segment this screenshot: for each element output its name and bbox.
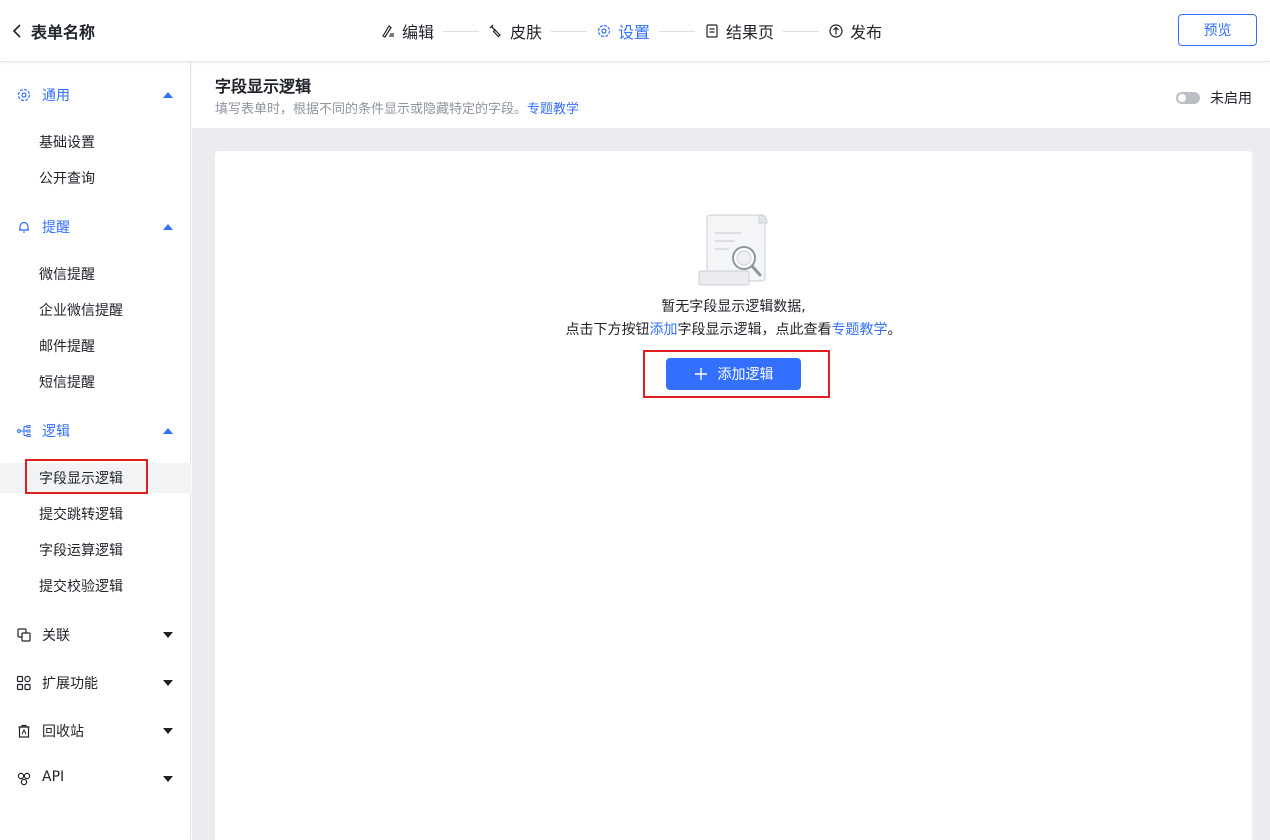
empty-hint-text: 字段显示逻辑，点此查看 bbox=[677, 322, 832, 338]
gear-icon bbox=[597, 24, 611, 38]
step-connector bbox=[659, 30, 696, 32]
back-button[interactable]: 表单名称 bbox=[10, 20, 120, 42]
edit-icon bbox=[382, 25, 394, 38]
sidebar-item-wechat-reminder[interactable]: 微信提醒 bbox=[0, 259, 191, 289]
step-publish[interactable]: 发布 bbox=[828, 19, 882, 43]
toggle-switch[interactable] bbox=[1176, 92, 1200, 104]
empty-hint-text: 。 bbox=[887, 322, 902, 338]
section-header: 字段显示逻辑 填写表单时，根据不同的条件显示或隐藏特定的字段。专题教学 未启用 bbox=[192, 62, 1270, 128]
step-nav: 编辑 皮肤 设置 结果页 发布 bbox=[380, 18, 882, 44]
caret-down-icon bbox=[163, 680, 173, 686]
sidebar-group-label: 通用 bbox=[42, 88, 70, 104]
caret-down-icon bbox=[163, 776, 173, 782]
sidebar-group-label: 提醒 bbox=[42, 220, 70, 236]
plus-icon bbox=[694, 368, 707, 380]
step-connector bbox=[551, 30, 588, 32]
page-description: 填写表单时，根据不同的条件显示或隐藏特定的字段。专题教学 bbox=[215, 98, 579, 117]
caret-up-icon bbox=[163, 92, 173, 98]
empty-hint-text: 点击下方按钮 bbox=[565, 322, 650, 338]
empty-hint: 点击下方按钮添加字段显示逻辑，点此查看专题教学。 bbox=[215, 319, 1252, 339]
step-skin[interactable]: 皮肤 bbox=[488, 19, 542, 43]
step-edit-label: 编辑 bbox=[402, 23, 435, 42]
sidebar-item-public-query[interactable]: 公开查询 bbox=[0, 163, 191, 193]
sidebar-item-wecom-reminder[interactable]: 企业微信提醒 bbox=[0, 295, 191, 325]
preview-button[interactable]: 预览 bbox=[1178, 14, 1257, 46]
top-bar: 表单名称 编辑 皮肤 设置 结果页 发布 预览 bbox=[0, 0, 1270, 62]
empty-document-search-icon bbox=[698, 214, 768, 286]
sidebar-item-sms-reminder[interactable]: 短信提醒 bbox=[0, 367, 191, 397]
step-settings[interactable]: 设置 bbox=[596, 19, 650, 43]
step-edit[interactable]: 编辑 bbox=[380, 19, 434, 43]
step-connector bbox=[783, 30, 820, 32]
description-text: 填写表单时，根据不同的条件显示或隐藏特定的字段。 bbox=[215, 102, 528, 117]
empty-state-card: 暂无字段显示逻辑数据, 点击下方按钮添加字段显示逻辑，点此查看专题教学。 添加逻… bbox=[215, 151, 1252, 840]
trash-icon bbox=[18, 724, 30, 738]
step-publish-label: 发布 bbox=[850, 23, 883, 42]
add-link[interactable]: 添加 bbox=[650, 322, 678, 338]
step-result-page[interactable]: 结果页 bbox=[704, 19, 774, 43]
step-connector bbox=[443, 30, 480, 32]
tutorial-link[interactable]: 专题教学 bbox=[832, 322, 888, 338]
sidebar-group-reminder[interactable]: 提醒 bbox=[0, 213, 191, 241]
add-logic-label: 添加逻辑 bbox=[717, 367, 774, 383]
tutorial-link[interactable]: 专题教学 bbox=[527, 102, 579, 117]
step-result-page-label: 结果页 bbox=[726, 23, 775, 42]
publish-icon bbox=[829, 24, 843, 38]
step-settings-label: 设置 bbox=[618, 23, 651, 42]
sidebar-group-label: 回收站 bbox=[42, 724, 84, 740]
document-icon bbox=[706, 24, 718, 38]
add-logic-button[interactable]: 添加逻辑 bbox=[666, 358, 801, 390]
link-icon bbox=[17, 628, 31, 642]
caret-down-icon bbox=[163, 728, 173, 734]
sidebar-item-field-display-logic[interactable]: 字段显示逻辑 bbox=[0, 463, 191, 493]
chevron-left-icon bbox=[12, 24, 21, 38]
grid-icon bbox=[16, 675, 31, 691]
logic-tree-icon bbox=[17, 425, 31, 437]
api-icon bbox=[17, 772, 31, 786]
sidebar-group-relation[interactable]: 关联 bbox=[0, 621, 191, 649]
caret-down-icon bbox=[163, 632, 173, 638]
sidebar-group-label: 关联 bbox=[42, 628, 70, 644]
sidebar-item-submit-jump-logic[interactable]: 提交跳转逻辑 bbox=[0, 499, 191, 529]
sidebar-group-label: API bbox=[42, 769, 65, 785]
toggle-label: 未启用 bbox=[1210, 91, 1252, 107]
sidebar-group-api[interactable]: API bbox=[0, 765, 191, 793]
caret-up-icon bbox=[163, 224, 173, 230]
sidebar-item-submit-validate-logic[interactable]: 提交校验逻辑 bbox=[0, 571, 191, 601]
sidebar-item-field-calc-logic[interactable]: 字段运算逻辑 bbox=[0, 535, 191, 565]
empty-message: 暂无字段显示逻辑数据, bbox=[661, 299, 806, 315]
sidebar-group-general[interactable]: 通用 bbox=[0, 81, 191, 109]
sidebar-group-recycle-bin[interactable]: 回收站 bbox=[0, 717, 191, 745]
enable-toggle[interactable]: 未启用 bbox=[1176, 88, 1252, 108]
form-title: 表单名称 bbox=[31, 23, 96, 42]
page-title: 字段显示逻辑 bbox=[215, 77, 312, 96]
sidebar-group-label: 逻辑 bbox=[42, 424, 70, 440]
sidebar-group-extensions[interactable]: 扩展功能 bbox=[0, 669, 191, 697]
sidebar-item-basic-settings[interactable]: 基础设置 bbox=[0, 127, 191, 157]
sidebar-item-email-reminder[interactable]: 邮件提醒 bbox=[0, 331, 191, 361]
step-skin-label: 皮肤 bbox=[510, 23, 543, 42]
caret-up-icon bbox=[163, 428, 173, 434]
settings-sidebar: 通用 基础设置 公开查询 提醒 微信提醒 企业微信提醒 邮件提醒 短信提醒 逻辑… bbox=[0, 62, 191, 840]
main-content: 字段显示逻辑 填写表单时，根据不同的条件显示或隐藏特定的字段。专题教学 未启用 … bbox=[192, 62, 1270, 840]
brush-icon bbox=[489, 24, 501, 38]
sidebar-group-label: 扩展功能 bbox=[42, 676, 98, 692]
sidebar-group-logic[interactable]: 逻辑 bbox=[0, 417, 191, 445]
bell-icon bbox=[19, 221, 29, 233]
gear-icon bbox=[17, 88, 31, 102]
